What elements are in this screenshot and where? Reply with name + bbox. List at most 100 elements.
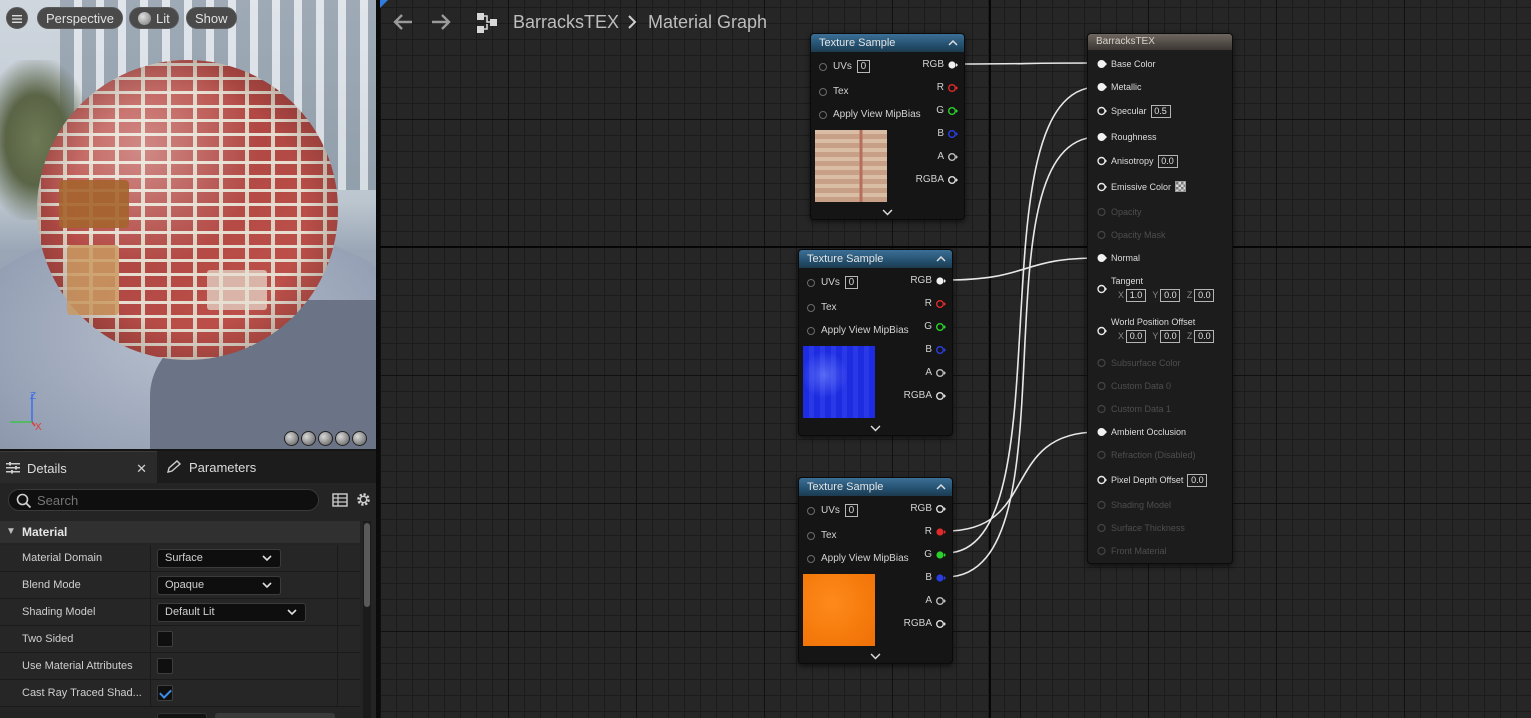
output-pin-g[interactable]: G bbox=[924, 548, 946, 562]
cast-ray-traced-shadows-checkbox[interactable] bbox=[157, 685, 173, 701]
output-pin-r[interactable]: R bbox=[925, 525, 946, 539]
chevron-up-icon[interactable] bbox=[948, 34, 958, 52]
perspective-button[interactable]: Perspective bbox=[37, 7, 123, 29]
output-pin-rgba[interactable]: RGBA bbox=[904, 617, 946, 631]
material-result-node[interactable]: BarracksTEX Base Color Metallic Specular… bbox=[1087, 33, 1233, 564]
anisotropy-value-field[interactable]: 0.0 bbox=[1157, 155, 1178, 168]
input-pin-pixel-depth-offset[interactable]: Pixel Depth Offset 0.0 bbox=[1097, 474, 1208, 487]
output-pin-g[interactable]: G bbox=[924, 320, 946, 334]
node-title[interactable]: Texture Sample bbox=[799, 250, 952, 268]
plane-preview-button[interactable] bbox=[318, 431, 333, 446]
input-pin-base-color[interactable]: Base Color bbox=[1097, 58, 1156, 70]
pixel-depth-offset-field[interactable]: 0.0 bbox=[1187, 474, 1208, 487]
wpo-x-field[interactable]: 0.0 bbox=[1126, 330, 1147, 343]
input-pin-ambient-occlusion[interactable]: Ambient Occlusion bbox=[1097, 426, 1186, 438]
input-pin-refraction: Refraction (Disabled) bbox=[1097, 449, 1196, 461]
shading-model-combo[interactable]: Default Lit bbox=[157, 603, 306, 622]
close-tab-icon[interactable]: ✕ bbox=[136, 452, 147, 486]
wpo-z-field[interactable]: 0.0 bbox=[1194, 330, 1215, 343]
output-pin-rgb[interactable]: RGB bbox=[922, 58, 958, 72]
input-pin-mipbias[interactable]: Apply View MipBias bbox=[807, 324, 909, 338]
uvs-value-field[interactable]: 0 bbox=[844, 276, 858, 289]
input-pin-anisotropy[interactable]: Anisotropy 0.0 bbox=[1097, 155, 1178, 168]
input-pin-metallic[interactable]: Metallic bbox=[1097, 81, 1142, 93]
texture-sample-node[interactable]: Texture Sample UVs 0 Tex Apply View MipBi… bbox=[810, 33, 965, 220]
node-title[interactable]: Texture Sample bbox=[811, 34, 964, 52]
output-pin-r[interactable]: R bbox=[937, 81, 958, 95]
orm-texture-thumbnail bbox=[803, 574, 875, 646]
input-pin-tex[interactable]: Tex bbox=[819, 85, 849, 99]
table-view-icon[interactable] bbox=[332, 492, 348, 508]
tangent-y-field[interactable]: 0.0 bbox=[1160, 289, 1181, 302]
gear-icon[interactable] bbox=[355, 491, 372, 508]
chevron-up-icon[interactable] bbox=[936, 478, 946, 496]
texture-sample-node[interactable]: Texture Sample UVs 0 Tex Apply View MipBi… bbox=[798, 249, 953, 436]
sphere-preview-button[interactable] bbox=[301, 431, 316, 446]
output-pin-a[interactable]: A bbox=[925, 366, 946, 380]
scrollbar-thumb[interactable] bbox=[364, 523, 370, 607]
partial-button[interactable] bbox=[215, 713, 335, 718]
lit-view-mode-button[interactable]: Lit bbox=[129, 7, 179, 29]
input-pin-mipbias[interactable]: Apply View MipBias bbox=[807, 552, 909, 566]
color-swatch[interactable] bbox=[1175, 181, 1187, 192]
input-pin-tex[interactable]: Tex bbox=[807, 529, 837, 543]
output-pin-g[interactable]: G bbox=[936, 104, 958, 118]
input-pin-normal[interactable]: Normal bbox=[1097, 252, 1140, 264]
specular-value-field[interactable]: 0.5 bbox=[1150, 105, 1171, 118]
blend-mode-combo[interactable]: Opaque bbox=[157, 576, 281, 595]
input-pin-emissive[interactable]: Emissive Color bbox=[1097, 181, 1187, 193]
wpo-y-field[interactable]: 0.0 bbox=[1160, 330, 1181, 343]
output-pin-rgb[interactable]: RGB bbox=[910, 502, 946, 516]
output-pin-a[interactable]: A bbox=[937, 150, 958, 164]
tab-details[interactable]: Details ✕ bbox=[0, 451, 157, 483]
output-pin-b[interactable]: B bbox=[925, 571, 946, 585]
custom-mesh-preview-button[interactable] bbox=[352, 431, 367, 446]
input-pin-uvs[interactable]: UVs 0 bbox=[807, 276, 858, 290]
forward-arrow-icon[interactable] bbox=[430, 12, 452, 32]
output-pin-rgba[interactable]: RGBA bbox=[904, 389, 946, 403]
output-pin-b[interactable]: B bbox=[925, 343, 946, 357]
output-pin-rgb[interactable]: RGB bbox=[910, 274, 946, 288]
output-pin-a[interactable]: A bbox=[925, 594, 946, 608]
input-pin-mipbias[interactable]: Apply View MipBias bbox=[819, 108, 921, 122]
input-pin-tex[interactable]: Tex bbox=[807, 301, 837, 315]
show-button[interactable]: Show bbox=[186, 7, 237, 29]
viewport-menu-button[interactable] bbox=[6, 7, 28, 29]
partial-field[interactable] bbox=[157, 713, 207, 718]
cube-preview-button[interactable] bbox=[335, 431, 350, 446]
pin-empty-icon[interactable] bbox=[1097, 326, 1107, 336]
chevron-up-icon[interactable] bbox=[936, 250, 946, 268]
input-pin-roughness[interactable]: Roughness bbox=[1097, 131, 1157, 143]
chevron-down-icon[interactable] bbox=[799, 423, 952, 435]
result-node-title[interactable]: BarracksTEX bbox=[1088, 34, 1232, 50]
tangent-x-field[interactable]: 1.0 bbox=[1126, 289, 1147, 302]
output-pin-r[interactable]: R bbox=[925, 297, 946, 311]
node-title[interactable]: Texture Sample bbox=[799, 478, 952, 496]
category-material[interactable]: ▼ Material bbox=[0, 521, 360, 543]
output-pin-b[interactable]: B bbox=[937, 127, 958, 141]
use-material-attributes-checkbox[interactable] bbox=[157, 658, 173, 674]
pin-label: G bbox=[936, 105, 944, 116]
chevron-down-icon[interactable] bbox=[811, 207, 964, 219]
breadcrumb-asset[interactable]: BarracksTEX bbox=[513, 12, 619, 33]
back-arrow-icon[interactable] bbox=[392, 12, 414, 32]
preview-viewport[interactable]: Perspective Lit Show Z X bbox=[0, 0, 376, 449]
tab-parameters[interactable]: Parameters bbox=[166, 451, 256, 483]
details-scrollbar[interactable] bbox=[363, 521, 371, 718]
two-sided-checkbox[interactable] bbox=[157, 631, 173, 647]
input-pin-uvs[interactable]: UVs 0 bbox=[807, 504, 858, 518]
texture-sample-node[interactable]: Texture Sample UVs 0 Tex Apply View MipBi… bbox=[798, 477, 953, 664]
material-graph-canvas[interactable]: BarracksTEX Material Graph Texture Sampl… bbox=[380, 0, 1531, 718]
output-pin-rgba[interactable]: RGBA bbox=[916, 173, 958, 187]
search-input[interactable] bbox=[37, 492, 307, 509]
chevron-down-icon[interactable] bbox=[799, 651, 952, 663]
cylinder-preview-button[interactable] bbox=[284, 431, 299, 446]
input-pin-uvs[interactable]: UVs 0 bbox=[819, 60, 870, 74]
uvs-value-field[interactable]: 0 bbox=[844, 504, 858, 517]
input-pin-specular[interactable]: Specular 0.5 bbox=[1097, 105, 1171, 118]
input-pin-world-position-offset[interactable]: World Position Offset bbox=[1097, 316, 1195, 328]
uvs-value-field[interactable]: 0 bbox=[856, 60, 870, 73]
pin-empty-icon[interactable] bbox=[1097, 284, 1107, 294]
tangent-z-field[interactable]: 0.0 bbox=[1194, 289, 1215, 302]
material-domain-combo[interactable]: Surface bbox=[157, 549, 281, 568]
